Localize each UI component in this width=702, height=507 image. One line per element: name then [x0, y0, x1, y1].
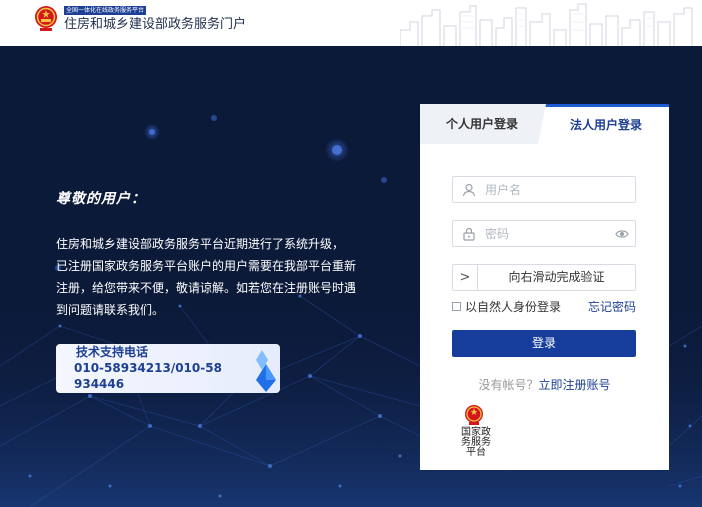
user-icon	[462, 183, 476, 197]
login-options-row: 以自然人身份登录 忘记密码	[452, 300, 636, 314]
natural-person-checkbox[interactable]	[452, 302, 461, 311]
password-input[interactable]	[485, 224, 605, 243]
city-skyline-icon	[400, 3, 693, 46]
login-button[interactable]: 登录	[452, 330, 636, 357]
header-platform-banner: 全国一体化在线政务服务平台	[64, 6, 147, 15]
tab-legal-person-login[interactable]: 法人用户登录	[538, 104, 669, 144]
national-emblem-icon	[35, 6, 57, 31]
slider-hint: 向右滑动完成验证	[508, 270, 605, 284]
tab-personal-login[interactable]: 个人用户登录	[420, 104, 546, 144]
forgot-password-link[interactable]: 忘记密码	[588, 300, 636, 314]
register-row: 没有帐号？立即注册账号	[420, 377, 669, 393]
username-input[interactable]	[485, 180, 605, 199]
national-emblem-icon	[465, 405, 483, 425]
notice-greeting: 尊敬的用户：	[56, 191, 146, 207]
password-field[interactable]	[452, 220, 636, 247]
no-account-text: 没有帐号？	[478, 378, 539, 392]
username-field[interactable]	[452, 176, 636, 203]
support-phone: 010-58934213/010-58934446	[74, 361, 222, 391]
national-platform-logo[interactable]: 国家政务服务平台	[457, 404, 491, 464]
site-header: 全国一体化在线政务服务平台 住房和城乡建设部政务服务门户	[0, 0, 702, 46]
login-panel: 个人用户登录 法人用户登录 > 向右滑动完成验证 以自然人身份登录 忘记密码 登…	[420, 104, 669, 470]
notice-body: 住房和城乡建设部政务服务平台近期进行了系统升级， 已注册国家政务服务平台账户的用…	[56, 237, 357, 317]
site-title: 住房和城乡建设部政务服务门户	[64, 17, 247, 32]
tab-legal-label: 法人用户登录	[570, 118, 643, 132]
lock-icon	[463, 227, 475, 241]
diamond-decoration-icon	[256, 350, 276, 392]
national-platform-text: 国家政务服务平台	[461, 427, 491, 458]
register-link[interactable]: 立即注册账号	[539, 378, 611, 392]
slider-handle[interactable]: >	[453, 265, 478, 290]
login-tabs: 个人用户登录 法人用户登录	[420, 104, 669, 144]
slide-verify[interactable]: > 向右滑动完成验证	[452, 264, 636, 291]
support-title: 技术支持电话	[76, 345, 149, 359]
eye-icon[interactable]	[615, 228, 629, 240]
natural-person-label[interactable]: 以自然人身份登录	[465, 300, 561, 314]
support-card: 技术支持电话 010-58934213/010-58934446	[56, 344, 280, 393]
